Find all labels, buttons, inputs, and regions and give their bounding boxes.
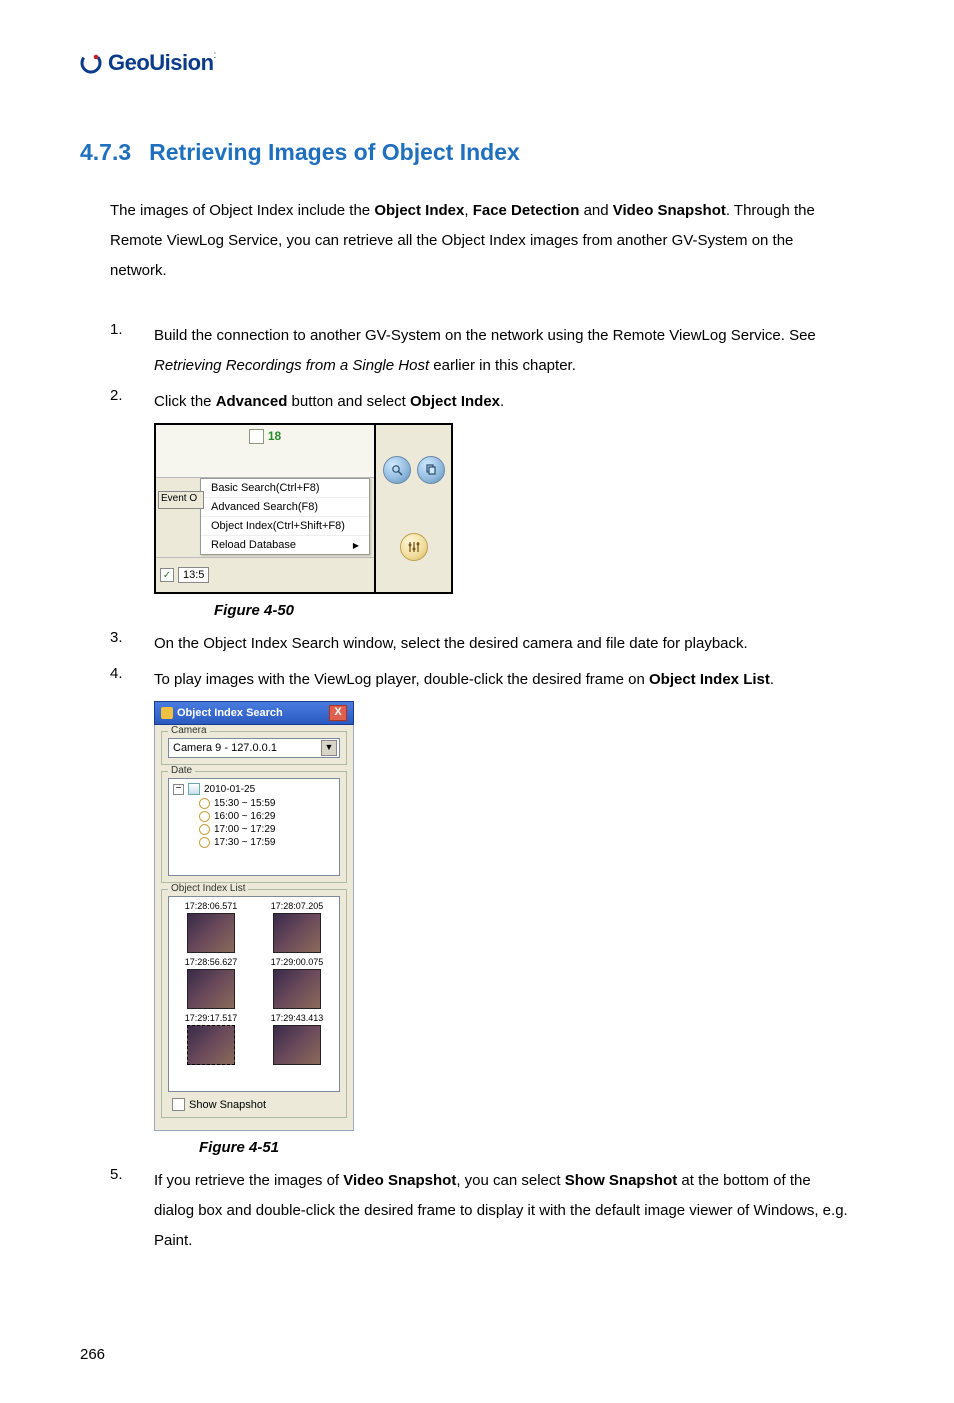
logo-text: GeoUision: <box>108 50 216 76</box>
step-4: To play images with the ViewLog player, … <box>110 665 854 695</box>
date-group-label: Date <box>168 765 195 776</box>
search-round-button[interactable] <box>383 456 411 484</box>
show-snapshot-checkbox[interactable] <box>172 1098 185 1111</box>
fig50-bottom-bar: ✓ 13:5 <box>156 557 374 592</box>
time-ranges: 15:30 ~ 15:59 16:00 ~ 16:29 17:00 ~ 17:2… <box>199 797 335 849</box>
date-tree[interactable]: − 2010-01-25 15:30 ~ 15:59 16:00 ~ 16:29… <box>168 778 340 876</box>
menu-reload-database[interactable]: Reload Database ▶ <box>201 536 369 554</box>
logo: GeoUision: <box>80 50 216 76</box>
page: GeoUision: 4.7.3 Retrieving Images of Ob… <box>0 0 954 1403</box>
calendar-small-icon <box>188 783 200 795</box>
time-range-1[interactable]: 15:30 ~ 15:59 <box>199 797 335 810</box>
menu-object-index[interactable]: Object Index(Ctrl+Shift+F8) <box>201 517 369 536</box>
fig50-count: 18 <box>268 429 281 443</box>
object-index-search-window: Object Index Search X Camera Camera 9 - … <box>154 701 354 1131</box>
camera-group-label: Camera <box>168 725 210 736</box>
steps-list: Build the connection to another GV-Syste… <box>110 321 854 417</box>
context-menu: Basic Search(Ctrl+F8) Advanced Search(F8… <box>200 478 370 555</box>
copy-round-button[interactable] <box>417 456 445 484</box>
clock-icon <box>199 824 210 835</box>
thumb-cell[interactable]: 17:28:06.571 <box>171 899 251 953</box>
step-2: Click the Advanced button and select Obj… <box>110 387 854 417</box>
collapse-icon[interactable]: − <box>173 784 184 795</box>
submenu-arrow-icon: ▶ <box>353 541 359 550</box>
steps-list-cont2: If you retrieve the images of Video Snap… <box>110 1166 854 1256</box>
logo-row: GeoUision: <box>80 50 874 79</box>
step-3: On the Object Index Search window, selec… <box>110 629 854 659</box>
camera-value: Camera 9 - 127.0.0.1 <box>173 742 277 754</box>
thumbnail-list[interactable]: 17:28:06.571 17:28:07.205 17:28:56.627 <box>168 896 340 1092</box>
show-snapshot-row: Show Snapshot <box>168 1098 340 1111</box>
thumbnail-image <box>187 913 235 953</box>
fig50-window: 18 Event O Basic Search(Ctrl+F8) Advance… <box>154 423 453 594</box>
time-field[interactable]: 13:5 <box>178 567 209 583</box>
figure-4-51-caption: Figure 4-51 <box>199 1139 854 1156</box>
window-icon <box>161 707 173 719</box>
window-body: Camera Camera 9 - 127.0.0.1 ▼ Date − <box>154 725 354 1131</box>
section-number: 4.7.3 <box>80 139 131 166</box>
thumbnail-image <box>187 969 235 1009</box>
thumb-cell[interactable]: 17:29:17.517 <box>171 1011 251 1065</box>
figure-4-50-caption: Figure 4-50 <box>214 602 854 619</box>
thumb-cell[interactable]: 17:29:00.075 <box>257 955 337 1009</box>
time-range-3[interactable]: 17:00 ~ 17:29 <box>199 823 335 836</box>
thumbnail-image <box>273 1025 321 1065</box>
steps-list-cont: On the Object Index Search window, selec… <box>110 629 854 695</box>
intro-paragraph: The images of Object Index include the O… <box>110 196 854 286</box>
thumb-cell[interactable]: 17:29:43.413 <box>257 1011 337 1065</box>
date-group: Date − 2010-01-25 15:30 ~ 15:59 16:00 ~ … <box>161 771 347 883</box>
time-range-2[interactable]: 16:00 ~ 16:29 <box>199 810 335 823</box>
clock-icon <box>199 811 210 822</box>
thumb-cell[interactable]: 17:28:07.205 <box>257 899 337 953</box>
window-title: Object Index Search <box>177 707 283 719</box>
show-snapshot-label: Show Snapshot <box>189 1099 266 1111</box>
event-button[interactable]: Event O <box>158 491 204 509</box>
clock-icon <box>199 798 210 809</box>
settings-round-button[interactable] <box>400 533 428 561</box>
clock-icon <box>199 837 210 848</box>
menu-advanced-search[interactable]: Advanced Search(F8) <box>201 498 369 517</box>
section-title: Retrieving Images of Object Index <box>149 139 520 166</box>
thumbnail-image-selected <box>187 1025 235 1065</box>
section-heading: 4.7.3 Retrieving Images of Object Index <box>80 139 874 166</box>
step-5: If you retrieve the images of Video Snap… <box>110 1166 854 1256</box>
step-1: Build the connection to another GV-Syste… <box>110 321 854 381</box>
thumbnail-image <box>273 913 321 953</box>
menu-basic-search[interactable]: Basic Search(Ctrl+F8) <box>201 479 369 498</box>
date-node[interactable]: − 2010-01-25 <box>173 783 335 795</box>
camera-group: Camera Camera 9 - 127.0.0.1 ▼ <box>161 731 347 765</box>
fig50-top-bar: 18 <box>156 425 374 478</box>
figure-4-50: 18 Event O Basic Search(Ctrl+F8) Advance… <box>154 423 854 619</box>
dropdown-arrow-icon: ▼ <box>321 740 337 756</box>
fig50-left-panel: 18 Event O Basic Search(Ctrl+F8) Advance… <box>156 425 376 592</box>
object-index-list-group: Object Index List 17:28:06.571 17:28:07.… <box>161 889 347 1118</box>
logo-mark-icon <box>80 52 102 74</box>
calendar-icon <box>249 429 264 444</box>
time-checkbox[interactable]: ✓ <box>160 568 174 582</box>
fig50-right-panel <box>376 425 451 592</box>
page-number: 266 <box>80 1346 874 1363</box>
close-button[interactable]: X <box>329 705 347 721</box>
window-titlebar: Object Index Search X <box>154 701 354 725</box>
camera-combobox[interactable]: Camera 9 - 127.0.0.1 ▼ <box>168 738 340 758</box>
thumbnail-image <box>273 969 321 1009</box>
list-group-label: Object Index List <box>168 883 248 894</box>
time-range-4[interactable]: 17:30 ~ 17:59 <box>199 836 335 849</box>
thumb-cell[interactable]: 17:28:56.627 <box>171 955 251 1009</box>
figure-4-51: Object Index Search X Camera Camera 9 - … <box>154 701 854 1156</box>
